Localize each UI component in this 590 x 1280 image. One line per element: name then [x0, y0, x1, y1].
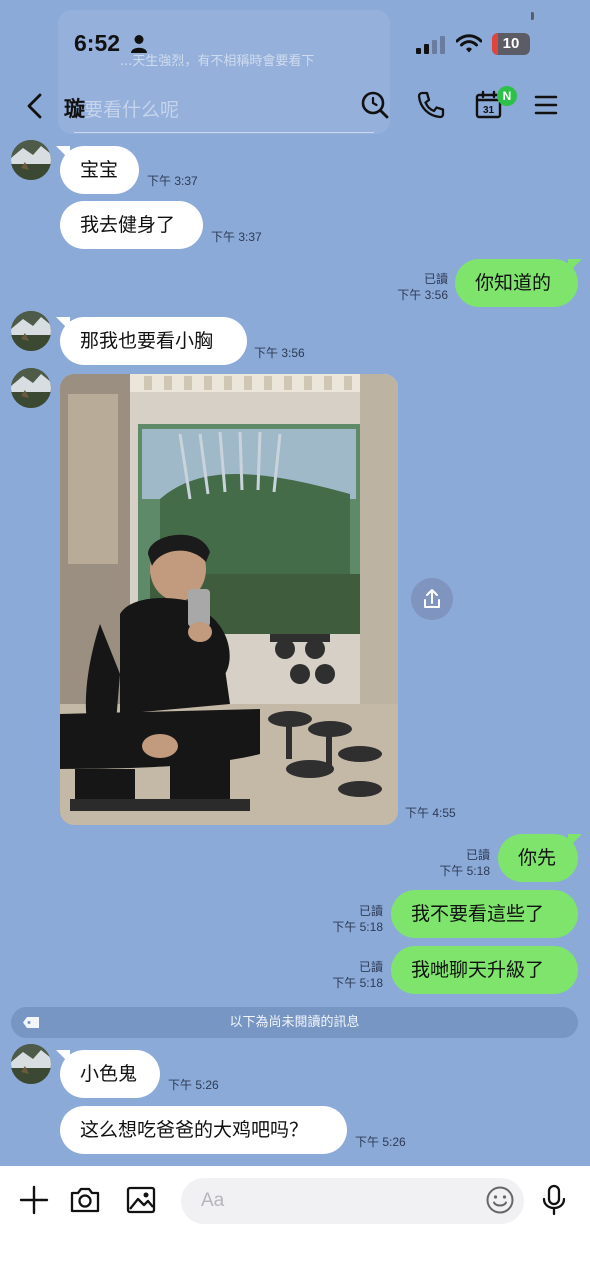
message-time: 下午 5:18: [332, 976, 383, 990]
read-receipt: 已讀: [358, 960, 383, 974]
battery-cap: [531, 12, 534, 20]
menu-icon[interactable]: [531, 90, 561, 120]
message-time: 下午 5:18: [439, 864, 490, 878]
unread-tag-icon: [23, 1017, 39, 1028]
message-bubble-incoming[interactable]: 小色鬼: [60, 1050, 160, 1098]
unread-divider: 以下為尚未閱讀的訊息: [11, 1007, 578, 1038]
contact-avatar[interactable]: [11, 1044, 51, 1084]
message-bubble-incoming[interactable]: 这么想吃爸爸的大鸡吧吗？: [60, 1106, 347, 1154]
contact-avatar[interactable]: [11, 311, 51, 351]
phone-icon[interactable]: [416, 90, 446, 120]
message-time: 下午 4:55: [405, 806, 456, 820]
message-input-bar: Aa: [0, 1166, 590, 1280]
signal-icon: [416, 36, 445, 54]
calendar-badge: N: [497, 86, 517, 106]
message-time: 下午 3:37: [147, 174, 198, 188]
ghost-underline: [74, 132, 374, 133]
calendar-day: 31: [483, 105, 495, 116]
message-input[interactable]: [181, 1178, 524, 1224]
avatar-image: [11, 368, 51, 408]
wifi-icon: [456, 34, 482, 53]
photo-message[interactable]: [60, 374, 398, 825]
contact-avatar[interactable]: [11, 368, 51, 408]
message-bubble-outgoing[interactable]: 我不要看這些了: [391, 890, 578, 938]
contact-avatar[interactable]: [11, 140, 51, 180]
status-time: 6:52: [74, 30, 121, 56]
gym-selfie-image: [60, 374, 398, 825]
message-bubble-incoming[interactable]: 我去健身了: [60, 201, 203, 249]
message-time: 下午 5:26: [355, 1135, 406, 1149]
avatar-image: [11, 1044, 51, 1084]
chat-header: 璇 31 N: [0, 84, 590, 128]
share-icon[interactable]: [411, 578, 453, 620]
message-time: 下午 3:56: [397, 288, 448, 302]
plus-icon[interactable]: [18, 1184, 50, 1216]
message-bubble-incoming[interactable]: 宝宝: [60, 146, 139, 194]
message-time: 下午 5:18: [332, 920, 383, 934]
microphone-icon[interactable]: [538, 1184, 570, 1216]
message-bubble-incoming[interactable]: 那我也要看小胸: [60, 317, 247, 365]
person-icon: [131, 35, 147, 53]
message-time: 下午 3:37: [211, 230, 262, 244]
message-bubble-outgoing[interactable]: 我哋聊天升級了: [391, 946, 578, 994]
camera-icon[interactable]: [69, 1184, 101, 1216]
message-bubble-outgoing[interactable]: 你知道的: [455, 259, 578, 307]
image-icon[interactable]: [125, 1184, 157, 1216]
status-bar: 6:52 10: [0, 28, 590, 62]
read-receipt: 已讀: [423, 272, 448, 286]
message-bubble-outgoing[interactable]: 你先: [498, 834, 578, 882]
back-chevron-icon[interactable]: [22, 92, 48, 120]
read-receipt: 已讀: [465, 848, 490, 862]
read-receipt: 已讀: [358, 904, 383, 918]
chat-title[interactable]: 璇: [64, 93, 85, 123]
avatar-image: [11, 311, 51, 351]
message-input-placeholder: Aa: [201, 1190, 225, 1211]
battery-level: 10: [502, 35, 520, 52]
message-time: 下午 3:56: [254, 346, 305, 360]
avatar-image: [11, 140, 51, 180]
search-icon[interactable]: [360, 90, 390, 120]
message-time: 下午 5:26: [168, 1078, 219, 1092]
battery-fill: [492, 33, 498, 55]
battery-icon: 10: [492, 33, 530, 55]
emoji-icon[interactable]: [485, 1185, 515, 1215]
unread-divider-text: 以下為尚未閱讀的訊息: [229, 1015, 360, 1030]
